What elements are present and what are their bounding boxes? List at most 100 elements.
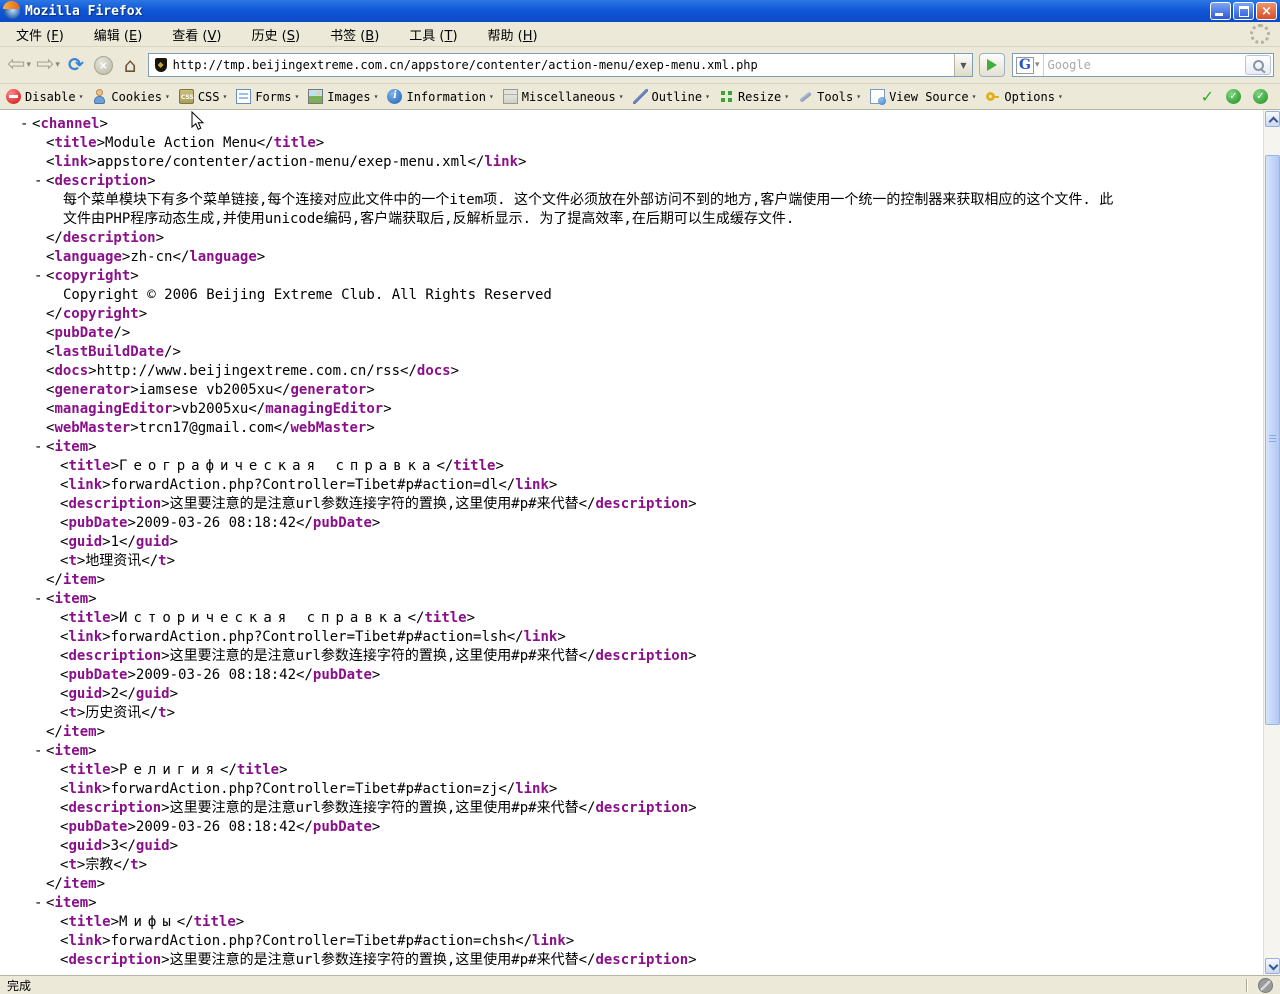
scrollbar-thumb[interactable]	[1265, 155, 1280, 725]
dropdown-caret-icon: ▾	[373, 92, 379, 101]
dropdown-caret-icon: ▾	[705, 92, 710, 101]
menu-item[interactable]: 工具 (T)	[399, 22, 467, 47]
xml-tag: channel	[40, 116, 100, 132]
devtoolbar-item[interactable]: Images ▾	[308, 89, 378, 104]
devtoolbar-item[interactable]: Forms ▾	[236, 89, 299, 104]
menu-item[interactable]: 帮助 (H)	[478, 22, 548, 47]
xml-tag: lastBuildDate	[54, 344, 165, 360]
collapse-toggle[interactable]: -	[34, 172, 46, 191]
close-button[interactable]: ×	[1256, 2, 1277, 20]
chevron-down-icon	[1268, 960, 1279, 971]
xml-text: forwardAction.php?Controller=Tibet#p#act…	[110, 933, 516, 949]
menu-item[interactable]: 文件 (F)	[6, 22, 74, 47]
minimize-button[interactable]	[1210, 2, 1231, 20]
circle-check-icon: ✓	[1253, 89, 1268, 104]
devtoolbar-item[interactable]: Tools ▾	[798, 89, 861, 104]
xml-line: - <item>	[34, 590, 97, 609]
scroll-up-button[interactable]	[1265, 111, 1280, 127]
xml-text: appstore/contenter/action-menu/exep-menu…	[96, 154, 468, 170]
collapse-toggle[interactable]: -	[34, 742, 46, 761]
menu-item[interactable]: 书签 (B)	[320, 22, 389, 47]
url-history-dropdown-button[interactable]: ▼	[954, 54, 972, 76]
xml-tag: pubDate	[54, 325, 114, 341]
xml-line: <guid>1</guid>	[60, 534, 179, 550]
xml-text: 历史资讯	[85, 705, 142, 721]
collapse-toggle[interactable]: -	[34, 438, 46, 457]
go-button[interactable]	[979, 53, 1005, 77]
home-button[interactable]: ⌂	[119, 55, 142, 75]
xml-tag: pubDate	[312, 667, 372, 683]
xml-tag: language	[189, 249, 257, 265]
devtoolbar-item[interactable]: Information▾	[387, 89, 494, 104]
xml-tag: title	[453, 458, 496, 474]
forward-button[interactable]: ⇨ ▾	[35, 54, 61, 76]
xml-text: 文件由PHP程序动态生成,并使用unicode编码,客户端获取后,反解析显示. …	[63, 211, 795, 227]
search-go-button[interactable]	[1245, 55, 1271, 75]
back-icon: ⇦	[7, 52, 26, 77]
devtoolbar-item[interactable]: Disable ▾	[6, 89, 83, 104]
devtoolbar-item[interactable]: Outline ▾	[632, 89, 710, 104]
forward-dropdown-icon[interactable]: ▾	[55, 60, 60, 70]
back-dropdown-icon[interactable]: ▾	[26, 60, 31, 70]
vertical-scrollbar[interactable]	[1263, 110, 1280, 975]
xml-tag: link	[68, 629, 103, 645]
xml-tag: item	[62, 572, 97, 588]
menu-item[interactable]: 编辑 (E)	[84, 22, 153, 47]
search-input[interactable]	[1043, 58, 1245, 72]
search-engine-button[interactable]: G ▾	[1013, 54, 1044, 76]
xml-line: 文件由PHP程序动态生成,并使用unicode编码,客户端获取后,反解析显示. …	[0, 210, 1263, 229]
xml-tag: pubDate	[312, 819, 372, 835]
xml-text: 这里要注意的是注意url参数连接字符的置换,这里使用#p#来代替	[169, 496, 579, 512]
menu-item[interactable]: 查看 (V)	[162, 22, 231, 47]
page-content: - <channel> <title>Module Action Menu</tit…	[0, 110, 1280, 975]
xml-tag: description	[68, 648, 162, 664]
xml-line: <description>这里要注意的是注意url参数连接字符的置换,这里使用#…	[60, 952, 697, 968]
xml-text: Религия	[119, 762, 221, 778]
reload-icon: ⟳	[67, 53, 84, 76]
stop-button[interactable]: ×	[93, 55, 113, 75]
devtoolbar-item[interactable]: Resize ▾	[719, 89, 789, 104]
xml-line: <pubDate>2009-03-26 08:18:42</pubDate>	[60, 515, 381, 531]
xml-tag: link	[515, 781, 549, 797]
xml-line: <description>这里要注意的是注意url参数连接字符的置换,这里使用#…	[60, 800, 697, 816]
back-button[interactable]: ⇦ ▾	[6, 54, 32, 76]
scroll-down-button[interactable]	[1265, 958, 1280, 974]
devtoolbar-item[interactable]: Cookies ▾	[92, 89, 170, 104]
url-bar[interactable]: ▼	[147, 53, 973, 77]
close-icon: ×	[1261, 3, 1272, 19]
devtoolbar-item[interactable]: Miscellaneous ▾	[502, 89, 624, 104]
xml-tag: copyright	[62, 306, 139, 322]
xml-tag: description	[54, 173, 148, 189]
xml-text: iamsese vb2005xu	[138, 382, 274, 398]
statusbar-extension-icon[interactable]	[1258, 977, 1273, 993]
collapse-toggle[interactable]: -	[20, 115, 32, 134]
url-input[interactable]	[172, 58, 954, 72]
xml-line: <pubDate>2009-03-26 08:18:42</pubDate>	[60, 667, 381, 683]
xml-text: 地理资讯	[85, 553, 142, 569]
xml-tree-view: - <channel> <title>Module Action Menu</tit…	[0, 110, 1263, 975]
statusbar: 完成	[0, 975, 1280, 994]
dropdown-caret-icon: ▾	[856, 92, 862, 101]
xml-tag: title	[273, 135, 316, 151]
xml-tag: title	[424, 610, 467, 626]
firefox-logo-icon	[3, 1, 20, 19]
collapse-toggle[interactable]: -	[34, 894, 46, 913]
xml-tag: item	[62, 876, 97, 892]
menu-item[interactable]: 历史 (S)	[242, 22, 311, 47]
devtoolbar-item[interactable]: Options ▾	[985, 89, 1063, 104]
search-bar[interactable]: G ▾	[1012, 53, 1274, 77]
collapse-toggle[interactable]: -	[34, 590, 46, 609]
restore-button[interactable]	[1233, 2, 1254, 20]
xml-line: <managingEditor>vb2005xu</managingEditor…	[46, 401, 392, 417]
xml-tag: link	[484, 154, 519, 170]
xml-text: 2009-03-26 08:18:42	[135, 667, 297, 683]
devtoolbar-item[interactable]: View Source ▾	[870, 89, 976, 105]
xml-line: <description>这里要注意的是注意url参数连接字符的置换,这里使用#…	[60, 648, 697, 664]
devtoolbar-item[interactable]: CSS▾	[178, 89, 227, 104]
collapse-toggle[interactable]: -	[34, 267, 46, 286]
xml-text: http://www.beijingextreme.com.cn/rss	[96, 363, 401, 379]
reload-button[interactable]: ⟳	[64, 53, 88, 76]
xml-line: <link>forwardAction.php?Controller=Tibet…	[60, 781, 558, 797]
xml-tag: copyright	[54, 268, 131, 284]
xml-tag: description	[68, 952, 162, 968]
